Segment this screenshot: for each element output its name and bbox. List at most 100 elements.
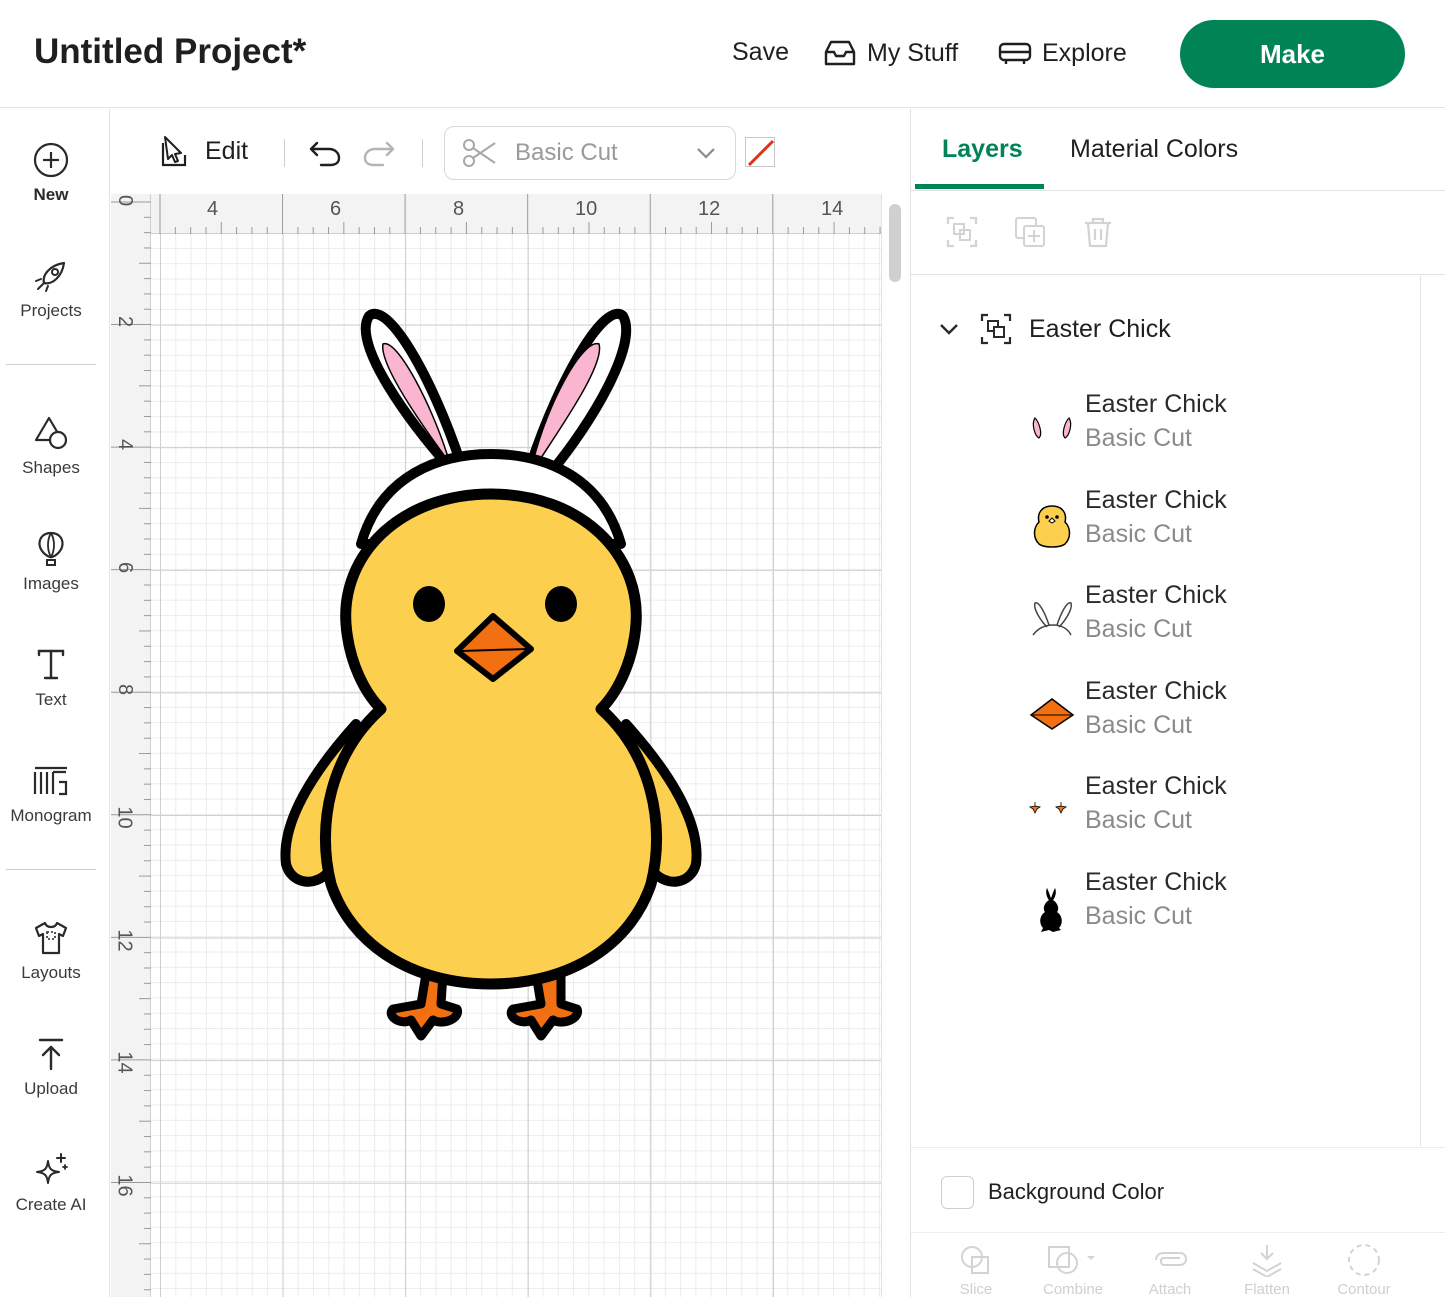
toolbar-divider — [422, 139, 423, 167]
chevron-down-icon — [940, 324, 958, 335]
group-name: Easter Chick — [1029, 314, 1171, 343]
combine-button[interactable]: Combine — [1028, 1243, 1118, 1297]
sidebar-item-shapes[interactable]: Shapes — [0, 414, 102, 478]
layer-item[interactable]: Easter Chick Basic Cut — [1027, 486, 1327, 566]
chevron-down-icon — [697, 148, 715, 159]
operation-value: Basic Cut — [515, 139, 618, 166]
group-icon[interactable] — [945, 215, 979, 249]
sidebar-item-text[interactable]: Text — [0, 646, 102, 710]
attach-button[interactable]: Attach — [1125, 1243, 1215, 1297]
inbox-icon — [824, 40, 856, 66]
save-button[interactable]: Save — [732, 38, 789, 67]
layer-operation: Basic Cut — [1085, 902, 1192, 930]
paperclip-icon — [1155, 1252, 1188, 1266]
sidebar-label-shapes: Shapes — [22, 458, 80, 477]
sidebar-item-layouts[interactable]: Layouts — [0, 919, 102, 983]
sidebar-label-create-ai: Create AI — [15, 1195, 87, 1214]
my-stuff-button[interactable]: My Stuff — [823, 38, 958, 68]
sidebar-label-new: New — [33, 185, 69, 204]
flatten-label: Flatten — [1244, 1281, 1290, 1297]
delete-icon[interactable] — [1081, 215, 1115, 249]
pink-ears-thumb — [1032, 417, 1072, 439]
sparkle-icon — [36, 1153, 68, 1184]
sidebar-item-monogram[interactable]: Monogram — [0, 762, 102, 826]
layers-list: Easter Chick Easter Chick Basic Cut East… — [911, 276, 1421, 1146]
slice-label: Slice — [959, 1281, 993, 1297]
layer-item[interactable]: Easter Chick Basic Cut — [1027, 868, 1327, 948]
layer-operation: Basic Cut — [1085, 711, 1192, 739]
flatten-button[interactable]: Flatten — [1222, 1243, 1312, 1297]
operation-select[interactable]: Basic Cut — [444, 126, 736, 180]
black-silhouette-thumb — [1040, 888, 1062, 932]
project-title[interactable]: Untitled Project* — [34, 32, 306, 72]
chick-body — [319, 488, 663, 990]
sidebar-label-upload: Upload — [24, 1079, 78, 1098]
layer-item[interactable]: Easter Chick Basic Cut — [1027, 390, 1327, 470]
left-ruler: 0 2 4 6 8 10 12 14 16 — [111, 194, 151, 1297]
slice-button[interactable]: Slice — [931, 1243, 1021, 1297]
layer-item[interactable]: Easter Chick Basic Cut — [1027, 581, 1327, 661]
ruler-label: 6 — [114, 561, 137, 574]
sidebar-item-projects[interactable]: Projects — [0, 257, 102, 321]
rocket-icon — [35, 261, 66, 292]
layer-item[interactable]: Easter Chick Basic Cut — [1027, 772, 1327, 852]
ruler-label: 0 — [114, 194, 137, 207]
edit-label: Edit — [205, 136, 249, 165]
background-color-row: Background Color — [911, 1147, 1445, 1233]
ruler-label: 16 — [113, 1174, 136, 1197]
ruler-label: 8 — [453, 198, 465, 220]
plus-circle-icon — [33, 142, 69, 178]
tab-material-colors[interactable]: Material Colors — [1070, 135, 1238, 164]
easter-chick-design[interactable] — [261, 304, 721, 1044]
edit-cursor-icon — [161, 136, 187, 167]
save-label: Save — [732, 38, 789, 66]
scrollbar-thumb[interactable] — [889, 204, 901, 282]
sidebar-label-monogram: Monogram — [10, 806, 92, 825]
combine-icon — [1048, 1246, 1095, 1274]
make-button[interactable]: Make — [1180, 20, 1405, 88]
layer-name: Easter Chick — [1085, 772, 1227, 800]
duplicate-icon[interactable] — [1013, 215, 1047, 249]
background-color-checkbox[interactable] — [941, 1176, 974, 1209]
layers-panel: Layers Material Colors Easter Chick East… — [910, 109, 1445, 1297]
contour-label: Contour — [1337, 1281, 1391, 1297]
sidebar-item-create-ai[interactable]: Create AI — [0, 1151, 102, 1215]
flatten-icon — [1252, 1245, 1282, 1277]
tab-layers[interactable]: Layers — [942, 135, 1023, 164]
color-swatch-none[interactable] — [745, 137, 775, 167]
design-canvas[interactable]: 4 6 8 10 12 14 0 2 4 6 8 10 12 14 16 — [111, 194, 881, 1297]
ruler-label: 10 — [575, 198, 598, 220]
canvas-scrollbar[interactable] — [881, 194, 910, 1297]
eye-right — [545, 586, 577, 622]
sidebar-item-images[interactable]: Images — [0, 530, 102, 594]
white-ears-thumb — [1032, 602, 1073, 636]
ruler-label: 4 — [114, 438, 137, 451]
ruler-label: 2 — [114, 315, 137, 328]
top-header: Untitled Project* Save My Stuff Explore … — [0, 0, 1445, 108]
contour-button[interactable]: Contour — [1319, 1243, 1409, 1297]
layer-group-row[interactable]: Easter Chick — [937, 312, 1171, 346]
layer-name: Easter Chick — [1085, 677, 1227, 705]
no-color-slash-icon — [747, 139, 774, 166]
redo-icon[interactable] — [361, 137, 397, 169]
ruler-label: 10 — [113, 806, 136, 829]
scissors-icon — [463, 139, 496, 167]
ruler-label: 14 — [821, 198, 844, 220]
layer-operation: Basic Cut — [1085, 520, 1192, 548]
explore-button[interactable]: Explore — [998, 38, 1127, 68]
sidebar-label-text: Text — [35, 690, 67, 709]
attach-label: Attach — [1148, 1281, 1192, 1297]
bottom-tools-bar: Slice Combine Attach Flatten Contour — [911, 1233, 1445, 1297]
combine-label: Combine — [1042, 1281, 1104, 1297]
background-color-label: Background Color — [988, 1179, 1165, 1204]
layer-item[interactable]: Easter Chick Basic Cut — [1027, 677, 1327, 757]
sidebar-item-upload[interactable]: Upload — [0, 1035, 102, 1099]
sidebar-label-layouts: Layouts — [21, 963, 81, 982]
active-tab-indicator — [915, 184, 1044, 189]
undo-icon[interactable] — [307, 137, 343, 169]
sidebar-item-new[interactable]: New — [0, 141, 102, 205]
eye-left — [413, 586, 445, 622]
edit-button[interactable]: Edit — [159, 133, 248, 169]
contour-icon — [1348, 1244, 1380, 1276]
left-sidebar: New Projects Shapes Images Text Monogram… — [0, 109, 110, 1297]
